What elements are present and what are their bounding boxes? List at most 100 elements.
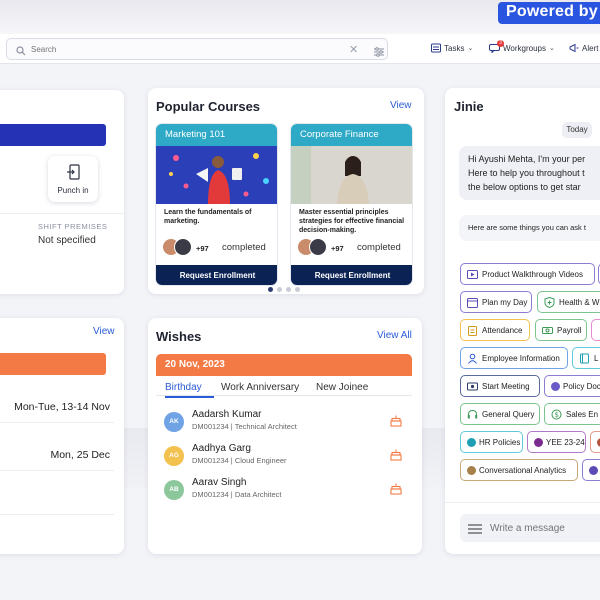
list-item[interactable]: AB Aarav Singh DM001234 | Data Architect (164, 474, 414, 504)
person-details: DM001234 | Technical Architect (192, 422, 297, 431)
chip-product-walkthrough[interactable]: Product Walkthrough Videos (460, 263, 595, 285)
calendar-icon (467, 298, 478, 308)
enrolled-avatars (297, 238, 331, 258)
tasks-icon (431, 43, 441, 53)
shield-icon (544, 297, 555, 308)
chip-general-query[interactable]: General Query (460, 403, 540, 425)
avatar: AK (164, 412, 184, 432)
marketing-course-image (156, 146, 277, 204)
chip-label: Health & W (559, 298, 600, 307)
carousel-dots[interactable] (268, 287, 300, 292)
course-name: Marketing 101 (156, 124, 277, 146)
carousel-dot[interactable] (277, 287, 282, 292)
chip-payroll[interactable]: Payroll (535, 319, 587, 341)
wishes-view-all-link[interactable]: View All (377, 330, 412, 341)
enrolled-count: +97 (196, 244, 209, 253)
carousel-dot[interactable] (268, 287, 273, 292)
list-item[interactable]: AK Aadarsh Kumar DM001234 | Technical Ar… (164, 406, 414, 436)
meeting-icon (467, 382, 478, 391)
divider (0, 470, 114, 471)
chip-health-wellness[interactable]: Health & W (537, 291, 600, 313)
course-card-marketing[interactable]: Marketing 101 Learn the fundamentals of … (155, 123, 278, 286)
carousel-dot[interactable] (295, 287, 300, 292)
chip-conversational-analytics[interactable]: Conversational Analytics (460, 459, 578, 481)
course-description: Learn the fundamentals of marketing. (164, 209, 252, 225)
filter-icon[interactable] (373, 44, 385, 62)
person-role: Technical Architect (234, 422, 297, 431)
divider (0, 213, 124, 214)
search-box[interactable]: ✕ (6, 38, 388, 60)
chip-label: Employee Information (482, 354, 560, 363)
tab-new-joinee[interactable]: New Joinee (316, 382, 368, 393)
chip-start-meeting[interactable]: Start Meeting (460, 375, 540, 397)
active-tab-underline (165, 396, 214, 398)
tasks-menu[interactable]: Tasks ⌄ (431, 43, 473, 53)
chip-sales-enablement[interactable]: $ Sales En (544, 403, 600, 425)
greeting-line: Hi Ayushi Mehta, I'm your per (468, 154, 586, 164)
jinie-title: Jinie (454, 99, 484, 114)
headset-icon (467, 409, 478, 419)
tab-birthday[interactable]: Birthday (165, 382, 202, 393)
clear-icon[interactable]: ✕ (349, 43, 358, 56)
workgroups-badge: 3 (497, 40, 504, 47)
clipboard-icon (468, 326, 477, 336)
shift-premises-label: SHIFT PREMISES (38, 222, 108, 231)
attendance-card: Punch in SHIFT PREMISES Not specified (0, 90, 124, 294)
request-enrollment-button[interactable]: Request Enrollment (291, 265, 412, 285)
holiday-row: Mon, 25 Dec (50, 449, 110, 461)
person-id: DM001234 (192, 422, 229, 431)
list-item[interactable]: AG Aadhya Garg DM001234 | Cloud Engineer (164, 440, 414, 470)
chip-label: L (594, 354, 599, 363)
message-composer[interactable] (460, 514, 600, 542)
menu-icon[interactable] (468, 522, 482, 540)
alerts-menu[interactable]: Alert (569, 43, 598, 53)
top-bar: ✕ Tasks ⌄ Workgroups ⌄ 3 Alert (0, 34, 600, 64)
chip-hr-policies[interactable]: HR Policies (460, 431, 523, 453)
avatar (309, 238, 327, 256)
video-icon (467, 270, 478, 279)
chip-label: Sales En (566, 410, 599, 419)
avatar: AG (164, 446, 184, 466)
shift-premises-value: Not specified (38, 235, 96, 246)
divider (445, 502, 600, 503)
person-details: DM001234 | Cloud Engineer (192, 456, 287, 465)
holidays-card: View Mon-Tue, 13-14 Nov Mon, 25 Dec (0, 318, 124, 554)
request-enrollment-button[interactable]: Request Enrollment (156, 265, 277, 285)
message-input[interactable] (490, 520, 600, 536)
holidays-view-link[interactable]: View (93, 326, 115, 337)
person-name: Aarav Singh (192, 477, 247, 488)
search-input[interactable] (31, 41, 331, 57)
punch-in-button[interactable]: Punch in (48, 156, 98, 202)
door-icon (67, 164, 80, 185)
chip-yee[interactable]: YEE 23-24 (527, 431, 586, 453)
svg-text:$: $ (555, 411, 559, 419)
chip-partial[interactable] (590, 431, 600, 453)
holiday-row: Mon-Tue, 13-14 Nov (14, 401, 110, 413)
chip-employee-information[interactable]: Employee Information (460, 347, 568, 369)
chip-policy-documents[interactable]: Policy Docu (544, 375, 600, 397)
chip-attendance[interactable]: Attendance (460, 319, 530, 341)
person-role: Cloud Engineer (234, 456, 287, 465)
book-icon (580, 353, 589, 364)
cake-icon[interactable] (390, 482, 402, 500)
chip-plan-my-day[interactable]: Plan my Day (460, 291, 532, 313)
chevron-down-icon: ⌄ (467, 45, 474, 52)
chip-partial[interactable] (591, 319, 600, 341)
chip-label: General Query (482, 410, 535, 419)
course-card-finance[interactable]: Corporate Finance Master essential princ… (290, 123, 413, 286)
cake-icon[interactable] (390, 414, 402, 432)
cake-icon[interactable] (390, 448, 402, 466)
person-icon (468, 353, 477, 364)
tab-work-anniversary[interactable]: Work Anniversary (221, 382, 299, 393)
person-name: Aadhya Garg (192, 443, 251, 454)
chip-l[interactable]: L (572, 347, 600, 369)
money-icon (542, 327, 553, 334)
carousel-dot[interactable] (286, 287, 291, 292)
avatar: AB (164, 480, 184, 500)
popular-courses-card: Popular Courses View Marketing 101 Learn… (148, 88, 424, 294)
chip-n[interactable]: N (582, 459, 600, 481)
chip-label: YEE 23-24 (546, 438, 585, 447)
courses-view-link[interactable]: View (390, 100, 412, 111)
person-id: DM001234 (192, 456, 229, 465)
dollar-icon: $ (551, 409, 562, 420)
